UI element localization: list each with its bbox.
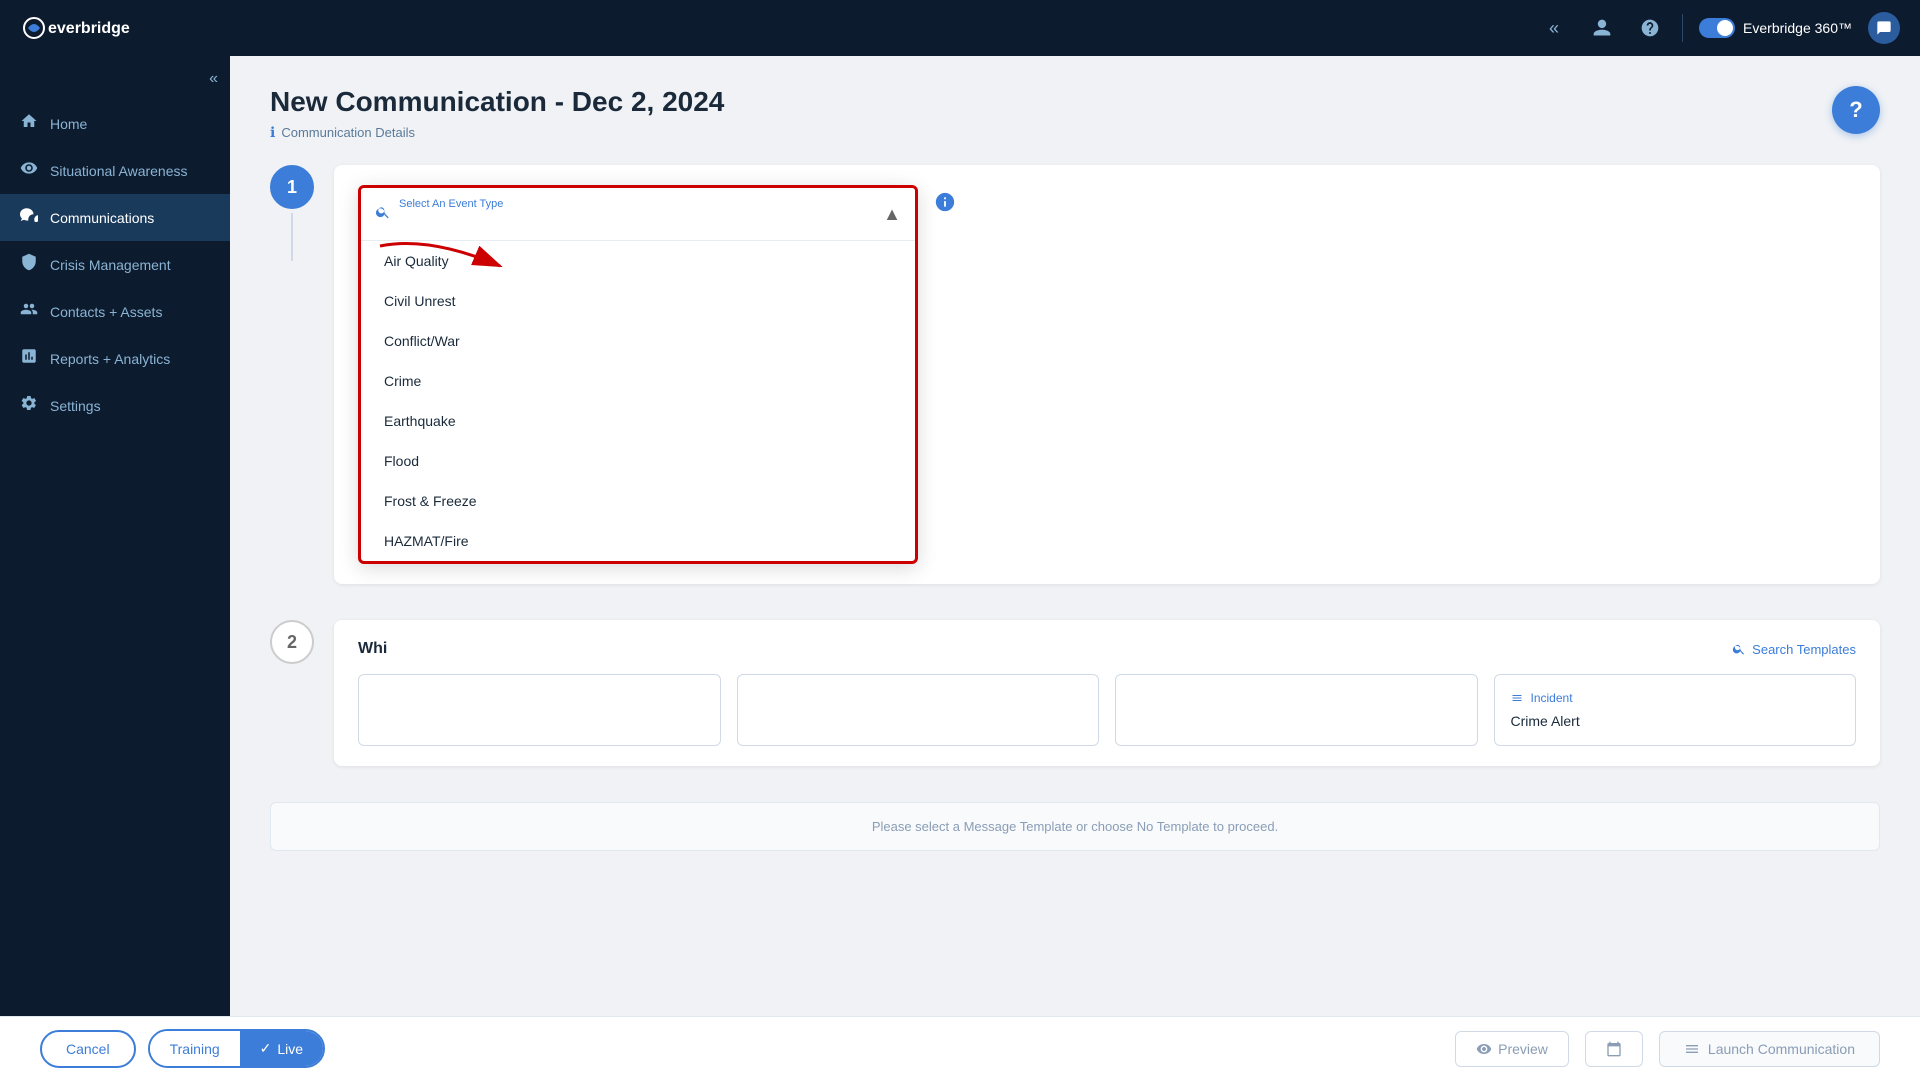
launch-label: Launch Communication (1708, 1041, 1855, 1057)
event-type-dropdown[interactable]: Select An Event Type ▲ Air Quality Civil… (358, 185, 918, 564)
collapse-icon[interactable]: « (1538, 12, 1570, 44)
live-label: Live (277, 1041, 303, 1057)
toggle-knob (1717, 20, 1733, 36)
comm-details-label: Communication Details (281, 125, 415, 140)
event-item-conflict-war[interactable]: Conflict/War (361, 321, 915, 361)
home-label: Home (50, 116, 87, 132)
step2-who-label: Whi (358, 640, 387, 658)
event-item-civil-unrest[interactable]: Civil Unrest (361, 281, 915, 321)
footer-right: Preview Launch Communication (1455, 1031, 1880, 1067)
preview-button[interactable]: Preview (1455, 1031, 1569, 1067)
event-item-air-quality[interactable]: Air Quality (361, 241, 915, 281)
product-name-label: Everbridge 360™ (1743, 20, 1852, 36)
search-templates-button[interactable]: Search Templates (1732, 642, 1856, 657)
template-card-2[interactable] (737, 674, 1100, 746)
reports-analytics-label: Reports + Analytics (50, 351, 170, 367)
cancel-button[interactable]: Cancel (40, 1030, 136, 1068)
situational-awareness-label: Situational Awareness (50, 163, 188, 179)
event-item-hazmat-fire[interactable]: HAZMAT/Fire (361, 521, 915, 561)
situational-awareness-icon (20, 159, 38, 182)
home-icon (20, 112, 38, 135)
communications-icon (20, 206, 38, 229)
step1-circle: 1 (270, 165, 314, 209)
step2-header: Whi Search Templates (358, 640, 1856, 658)
dropdown-search-icon (375, 204, 391, 225)
crisis-management-icon (20, 253, 38, 276)
live-check-icon: ✓ (260, 1040, 272, 1057)
sidebar-item-communications[interactable]: Communications (0, 194, 230, 241)
dropdown-chevron-icon[interactable]: ▲ (883, 204, 901, 225)
main-layout: « Home Situational Awareness Communicati… (0, 56, 1920, 1016)
settings-icon (20, 394, 38, 417)
topbar-right: « Everbridge 360™ (1538, 12, 1900, 44)
event-item-earthquake[interactable]: Earthquake (361, 401, 915, 441)
comm-details-icon: ℹ (270, 124, 275, 141)
sidebar-item-crisis-management[interactable]: Crisis Management (0, 241, 230, 288)
mode-group: Training ✓ Live (148, 1029, 325, 1068)
event-info-icon[interactable] (934, 191, 956, 218)
dropdown-search-bar[interactable]: Select An Event Type ▲ (361, 188, 915, 241)
sidebar-item-contacts-assets[interactable]: Contacts + Assets (0, 288, 230, 335)
event-type-list: Air Quality Civil Unrest Conflict/War Cr… (361, 241, 915, 561)
help-topbar-icon[interactable] (1634, 12, 1666, 44)
crisis-management-label: Crisis Management (50, 257, 171, 273)
sidebar-item-settings[interactable]: Settings (0, 382, 230, 429)
everbridge360-toggle[interactable]: Everbridge 360™ (1699, 18, 1852, 38)
comm-details-bar: ℹ Communication Details (270, 124, 1880, 141)
toggle-switch[interactable] (1699, 18, 1735, 38)
sidebar-item-home[interactable]: Home (0, 100, 230, 147)
template-4-title: Crime Alert (1511, 713, 1840, 729)
event-item-frost-freeze[interactable]: Frost & Freeze (361, 481, 915, 521)
live-mode-button[interactable]: ✓ Live (240, 1031, 323, 1066)
template-card-4[interactable]: Incident Crime Alert (1494, 674, 1857, 746)
event-item-flood[interactable]: Flood (361, 441, 915, 481)
step2-circle: 2 (270, 620, 314, 664)
dropdown-select-label: Select An Event Type (399, 198, 883, 210)
template-card-1[interactable] (358, 674, 721, 746)
logo-svg: everbridge (20, 12, 160, 44)
footer-left: Cancel Training ✓ Live (40, 1029, 325, 1068)
topbar: everbridge « Everbridge 360™ (0, 0, 1920, 56)
training-mode-button[interactable]: Training (150, 1031, 240, 1066)
footer-bar: Cancel Training ✓ Live Preview Launch Co… (0, 1016, 1920, 1080)
chat-icon[interactable] (1868, 12, 1900, 44)
template-grid: Incident Crime Alert (358, 674, 1856, 746)
page-title: New Communication - Dec 2, 2024 (270, 86, 1880, 118)
sidebar: « Home Situational Awareness Communicati… (0, 56, 230, 1016)
sidebar-item-reports-analytics[interactable]: Reports + Analytics (0, 335, 230, 382)
contacts-assets-icon (20, 300, 38, 323)
calendar-button[interactable] (1585, 1031, 1643, 1067)
search-templates-label: Search Templates (1752, 642, 1856, 657)
content-area: ? New Communication - Dec 2, 2024 ℹ Comm… (230, 56, 1920, 1016)
user-icon[interactable] (1586, 12, 1618, 44)
template-card-3[interactable] (1115, 674, 1478, 746)
template-4-category: Incident (1511, 691, 1840, 705)
sidebar-collapse-button[interactable]: « (209, 70, 218, 88)
svg-text:everbridge: everbridge (48, 20, 130, 37)
event-item-crime[interactable]: Crime (361, 361, 915, 401)
bottom-notice: Please select a Message Template or choo… (270, 802, 1880, 851)
help-button[interactable]: ? (1832, 86, 1880, 134)
sidebar-item-situational-awareness[interactable]: Situational Awareness (0, 147, 230, 194)
launch-button[interactable]: Launch Communication (1659, 1031, 1880, 1067)
preview-label: Preview (1498, 1041, 1548, 1057)
app-logo: everbridge (20, 12, 160, 44)
reports-analytics-icon (20, 347, 38, 370)
divider (1682, 14, 1683, 42)
event-type-search-input[interactable] (399, 212, 883, 228)
contacts-assets-label: Contacts + Assets (50, 304, 162, 320)
sidebar-collapse-area: « (0, 66, 230, 100)
bottom-notice-text: Please select a Message Template or choo… (872, 819, 1278, 834)
settings-label: Settings (50, 398, 101, 414)
communications-label: Communications (50, 210, 154, 226)
